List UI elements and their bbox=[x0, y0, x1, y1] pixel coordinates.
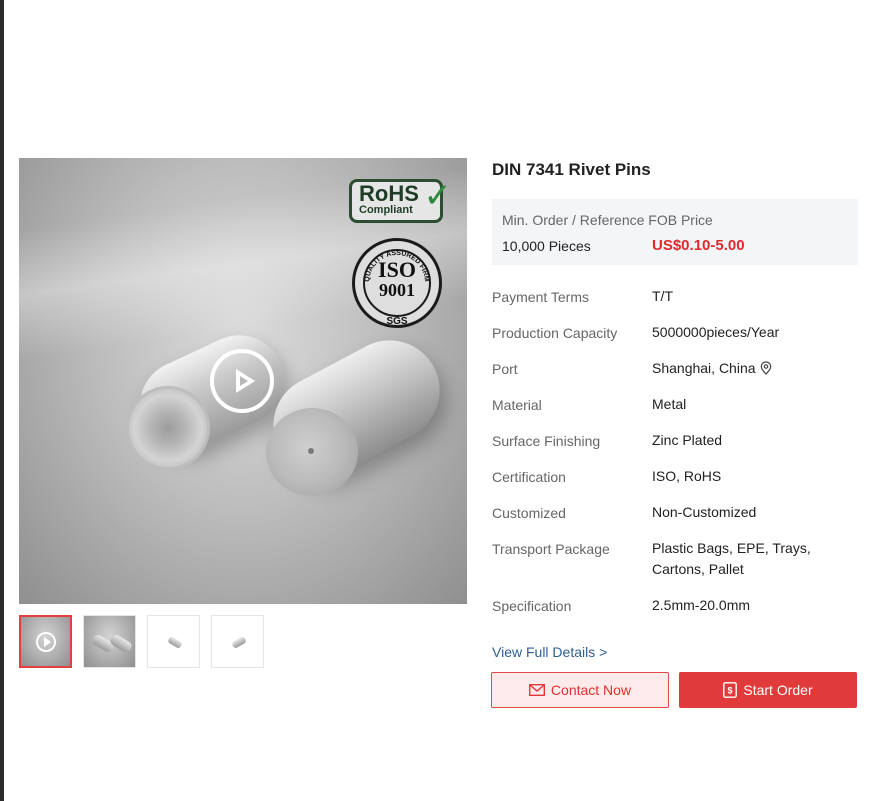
spec-label: Certification bbox=[492, 469, 566, 485]
svg-text:$: $ bbox=[728, 686, 733, 696]
thumbnail-image-4[interactable] bbox=[211, 615, 264, 668]
location-pin-icon[interactable] bbox=[760, 361, 772, 375]
reference-price: US$0.10-5.00 bbox=[652, 237, 745, 254]
spec-label: Specification bbox=[492, 598, 572, 614]
rivet-pin-hollow-end bbox=[126, 386, 210, 470]
play-video-button[interactable] bbox=[210, 349, 274, 413]
iso-label: ISO bbox=[378, 257, 416, 282]
sgs-label: SGS bbox=[386, 316, 408, 327]
thumbnail-image-3[interactable] bbox=[147, 615, 200, 668]
spec-value: 5000000pieces/Year bbox=[652, 324, 780, 340]
window-edge bbox=[0, 0, 4, 801]
spec-value: Non-Customized bbox=[652, 504, 757, 520]
spec-label: Customized bbox=[492, 505, 566, 521]
order-icon: $ bbox=[723, 682, 738, 698]
start-order-label: Start Order bbox=[743, 682, 813, 698]
product-title: DIN 7341 Rivet Pins bbox=[492, 160, 651, 179]
thumbnail-video[interactable] bbox=[19, 615, 72, 668]
pin-image bbox=[231, 635, 247, 650]
rivet-pin-solid-end bbox=[266, 408, 358, 496]
spec-value: Plastic Bags, EPE, Trays, Cartons, Palle… bbox=[652, 540, 811, 577]
mail-icon bbox=[528, 684, 545, 696]
contact-now-label: Contact Now bbox=[550, 682, 632, 698]
spec-label: Port bbox=[492, 361, 518, 377]
spec-value: 2.5mm-20.0mm bbox=[652, 597, 751, 613]
thumbnail-image-2[interactable] bbox=[83, 615, 136, 668]
spec-label: Material bbox=[492, 397, 542, 413]
view-full-details-link[interactable]: View Full Details > bbox=[492, 644, 607, 660]
spec-value-port: Shanghai, China bbox=[652, 358, 867, 379]
contact-now-button[interactable]: Contact Now bbox=[491, 672, 669, 708]
start-order-button[interactable]: $ Start Order bbox=[679, 672, 857, 708]
min-order-quantity: 10,000 Pieces bbox=[502, 238, 591, 254]
spec-value: ISO, RoHS bbox=[652, 468, 722, 484]
rohs-badge: RoHS Compliant ✓ bbox=[349, 177, 452, 223]
iso-9001-seal: QUALITY ASSURED FIRM ISO 9001 SGS bbox=[352, 238, 442, 328]
spec-label: Transport Package bbox=[492, 541, 610, 557]
main-product-image[interactable]: RoHS Compliant ✓ QUALITY ASSURED FIRM IS… bbox=[19, 158, 467, 604]
play-icon bbox=[36, 632, 56, 652]
price-box-label: Min. Order / Reference FOB Price bbox=[502, 212, 713, 228]
spec-value: T/T bbox=[652, 288, 673, 304]
spec-value: Zinc Plated bbox=[652, 432, 723, 448]
checkmark-icon: ✓ bbox=[423, 177, 453, 215]
iso-number: 9001 bbox=[379, 280, 415, 300]
price-box: Min. Order / Reference FOB Price 10,000 … bbox=[492, 199, 858, 265]
spec-value: Metal bbox=[652, 396, 687, 412]
port-text: Shanghai, China bbox=[652, 360, 756, 376]
spec-label: Production Capacity bbox=[492, 325, 618, 341]
spec-label: Surface Finishing bbox=[492, 433, 601, 449]
pin-image bbox=[167, 635, 183, 650]
spec-label: Payment Terms bbox=[492, 289, 589, 305]
